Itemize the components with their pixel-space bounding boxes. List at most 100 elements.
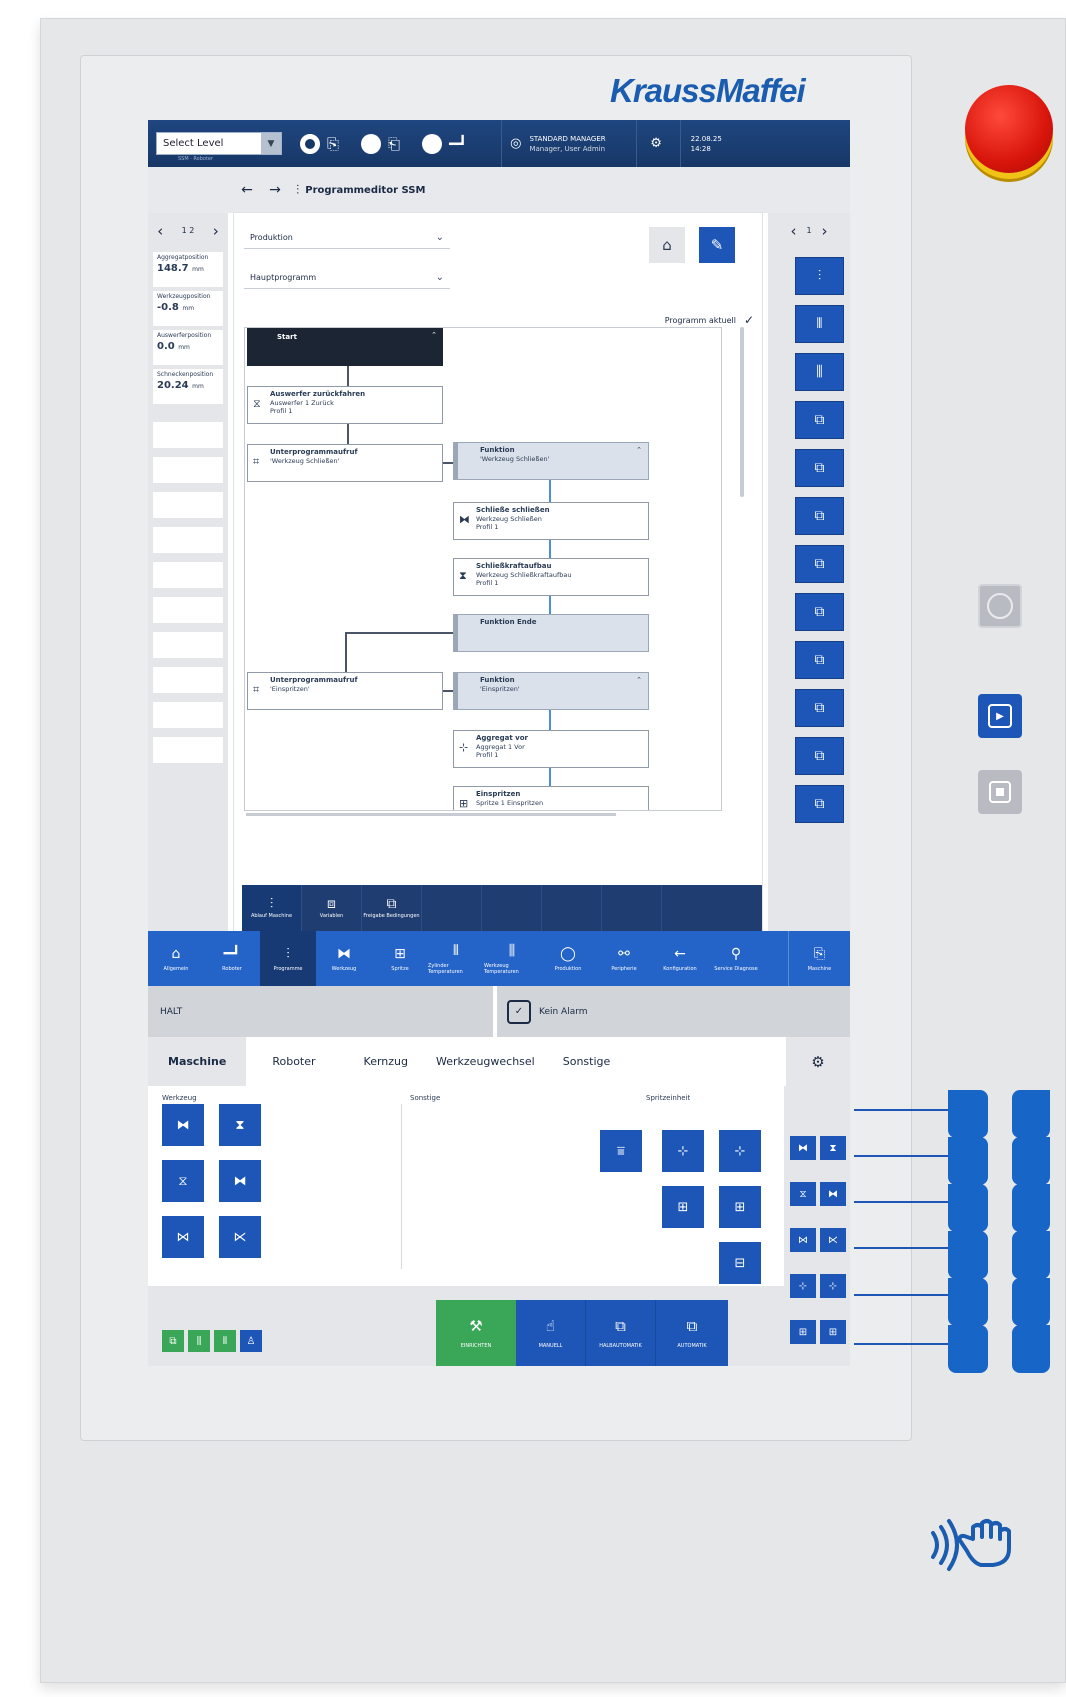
- quick-injection[interactable]: ⊞: [790, 1320, 816, 1344]
- action-slot-button[interactable]: ⧉: [795, 593, 844, 631]
- quick-ejector-forward[interactable]: ⋉: [820, 1228, 846, 1252]
- empty-param-slot[interactable]: [153, 422, 223, 448]
- ejector-back-button[interactable]: ⋈: [162, 1216, 204, 1258]
- right-pager-prev[interactable]: ‹: [790, 222, 796, 240]
- tool-clamp-close-button[interactable]: ⧓: [219, 1160, 261, 1202]
- submenu-empty[interactable]: [482, 885, 542, 931]
- hw-safety-button[interactable]: [978, 584, 1022, 628]
- action-sequence-button[interactable]: ⫶: [795, 257, 844, 295]
- hw-key[interactable]: [948, 1137, 988, 1185]
- quick-mold-close[interactable]: ⧗: [820, 1136, 846, 1160]
- quick-dosing[interactable]: ⊞: [820, 1320, 846, 1344]
- left-pager-prev[interactable]: ‹: [157, 222, 163, 240]
- menu-production[interactable]: ◯ Produktion: [540, 931, 596, 986]
- mode-radio-injection[interactable]: [422, 133, 443, 154]
- action-slot-button[interactable]: ⧉: [795, 689, 844, 727]
- hw-stop-button[interactable]: [978, 770, 1022, 814]
- menu-robot[interactable]: ━┛ Roboter: [204, 931, 260, 986]
- submenu-empty[interactable]: [542, 885, 602, 931]
- tab-core-pull[interactable]: Kernzug: [330, 1037, 422, 1086]
- aggregate-forward-button[interactable]: ⊹: [719, 1130, 761, 1172]
- menu-injection[interactable]: ⊞ Spritze: [372, 931, 428, 986]
- quick-aggregate-forward[interactable]: ⊹: [820, 1274, 846, 1298]
- menu-cylinder-temp[interactable]: ⫴ Zylinder Temperaturen: [428, 931, 484, 986]
- action-slot-button[interactable]: ⧉: [795, 545, 844, 583]
- empty-param-slot[interactable]: [153, 457, 223, 483]
- production-dropdown[interactable]: Produktion ⌄: [244, 227, 450, 249]
- action-slot-button[interactable]: ⧉: [795, 641, 844, 679]
- empty-param-slot[interactable]: [153, 667, 223, 693]
- select-level-dropdown[interactable]: Select Level ▼: [156, 132, 282, 155]
- dosing-button[interactable]: ⊞: [719, 1186, 761, 1228]
- action-slot-button[interactable]: ⧉: [795, 401, 844, 439]
- emergency-stop-button[interactable]: [965, 85, 1053, 173]
- left-pager-next[interactable]: ›: [213, 222, 219, 240]
- flow-block-start[interactable]: Start ⌃: [247, 328, 443, 366]
- user-info[interactable]: ◎ STANDARD MANAGER Manager, User Admin: [501, 120, 606, 167]
- forward-button[interactable]: →: [264, 179, 286, 201]
- empty-param-slot[interactable]: [153, 562, 223, 588]
- hw-key[interactable]: [1012, 1231, 1050, 1279]
- menu-tool-temp[interactable]: ⫼ Werkzeug Temperaturen: [484, 931, 540, 986]
- submenu-empty[interactable]: [662, 885, 722, 931]
- empty-param-slot[interactable]: [153, 702, 223, 728]
- action-slot-button[interactable]: ⧉: [795, 785, 844, 823]
- action-settings-button[interactable]: ⫴: [795, 305, 844, 343]
- injection-button[interactable]: ⊞: [662, 1186, 704, 1228]
- mode-radio-robot[interactable]: [361, 133, 382, 154]
- back-button[interactable]: ←: [236, 179, 258, 201]
- hw-key[interactable]: [948, 1090, 988, 1138]
- action-slot-button[interactable]: ⧉: [795, 449, 844, 487]
- menu-programs[interactable]: ⫶ Programme: [260, 931, 316, 986]
- tool-close-button[interactable]: ⧗: [219, 1104, 261, 1146]
- submenu-machine-sequence[interactable]: ⫶ Ablauf Maschine: [242, 885, 302, 931]
- flow-block-subprogram-call-2[interactable]: ⌗ Unterprogrammaufruf 'Einspritzen': [247, 672, 443, 710]
- quick-clamp-close[interactable]: ⧓: [820, 1182, 846, 1206]
- aggregate-back-button[interactable]: ⊹: [662, 1130, 704, 1172]
- action-slot-button[interactable]: ⧉: [795, 497, 844, 535]
- tab-settings-button[interactable]: ⚙: [786, 1037, 850, 1086]
- hw-key[interactable]: [1012, 1278, 1050, 1326]
- empty-param-slot[interactable]: [153, 527, 223, 553]
- vertical-scrollbar[interactable]: [740, 327, 744, 497]
- quick-ejector-back[interactable]: ⋈: [790, 1228, 816, 1252]
- hw-key[interactable]: [948, 1184, 988, 1232]
- edit-button[interactable]: ✎: [699, 227, 735, 263]
- hw-key[interactable]: [948, 1278, 988, 1326]
- home-button[interactable]: ⌂: [649, 227, 685, 263]
- hw-key[interactable]: [1012, 1325, 1050, 1373]
- main-program-dropdown[interactable]: Hauptprogramm ⌄: [244, 267, 450, 289]
- hw-key[interactable]: [948, 1325, 988, 1373]
- param-tool-position[interactable]: Werkzeugposition -0.8 mm: [153, 291, 223, 326]
- horizontal-scrollbar[interactable]: [246, 813, 616, 816]
- mode-setup-button[interactable]: ⚒ EINRICHTEN: [436, 1300, 516, 1366]
- menu-machine[interactable]: ⎘ Maschine: [788, 931, 850, 986]
- flow-block-inject[interactable]: ⊞ Einspritzen Spritze 1 Einspritzen: [453, 786, 649, 810]
- right-pager-next[interactable]: ›: [822, 222, 828, 240]
- mode-automatic-button[interactable]: ⧉ AUTOMATIK: [656, 1300, 728, 1366]
- tool-open-button[interactable]: ⧓: [162, 1104, 204, 1146]
- tab-tool-change[interactable]: Werkzeugwechsel: [422, 1037, 549, 1086]
- tab-machine[interactable]: Maschine: [148, 1037, 247, 1086]
- other-function-button[interactable]: ⩸: [600, 1130, 642, 1172]
- flow-block-function-2[interactable]: Funktion 'Einspritzen' ⌃: [453, 672, 649, 710]
- menu-general[interactable]: ⌂ Allgemein: [148, 931, 204, 986]
- flow-block-function[interactable]: Funktion 'Werkzeug Schließen' ⌃: [453, 442, 649, 480]
- flow-block-function-end[interactable]: Funktion Ende: [453, 614, 649, 652]
- quick-aggregate-back[interactable]: ⊹: [790, 1274, 816, 1298]
- quick-mold-open[interactable]: ⧓: [790, 1136, 816, 1160]
- flow-block-clamp-force[interactable]: ⧗ Schließkraftaufbau Werkzeug Schließkra…: [453, 558, 649, 596]
- tool-clamp-open-button[interactable]: ⧖: [162, 1160, 204, 1202]
- tab-other[interactable]: Sonstige: [549, 1037, 625, 1086]
- submenu-release-conditions[interactable]: ⧉ Freigabe Bedingungen: [362, 885, 422, 931]
- flow-block-ejector-retract[interactable]: ⧖ Auswerfer zurückfahren Auswerfer 1 Zur…: [247, 386, 443, 424]
- submenu-empty[interactable]: [602, 885, 662, 931]
- flow-block-subprogram-call[interactable]: ⌗ Unterprogrammaufruf 'Werkzeug Schließe…: [247, 444, 443, 482]
- param-screw-position[interactable]: Schneckenposition 20.24 mm: [153, 369, 223, 404]
- empty-param-slot[interactable]: [153, 632, 223, 658]
- mode-radio-machine[interactable]: [300, 133, 320, 154]
- decompress-button[interactable]: ⊟: [719, 1242, 761, 1284]
- param-ejector-position[interactable]: Auswerferposition 0.0 mm: [153, 330, 223, 365]
- flow-block-close-mold[interactable]: ⧓ Schließe schließen Werkzeug Schließen …: [453, 502, 649, 540]
- param-aggregate-position[interactable]: Aggregatposition 148.7 mm: [153, 252, 223, 287]
